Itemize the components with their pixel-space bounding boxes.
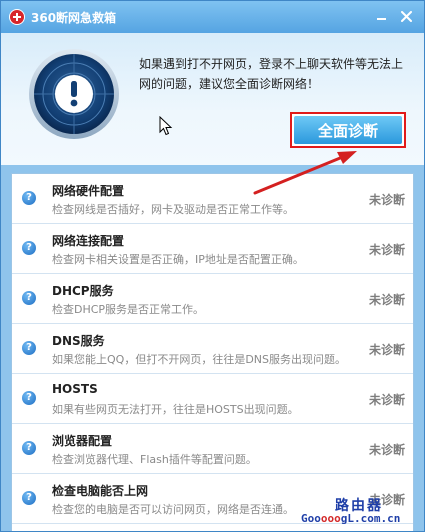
status-label: 未诊断 — [368, 293, 405, 307]
list-item[interactable]: ? HOSTS 如果有些网页无法打开，往往是HOSTS出现问题。 未诊断 — [12, 374, 413, 424]
list-item[interactable]: ? 网络连接配置 检查网卡相关设置是否正确，IP地址是否配置正确。 未诊断 — [12, 224, 413, 274]
warning-radar-icon — [29, 49, 119, 139]
status-label: 未诊断 — [368, 243, 405, 257]
window-title: 360断网急救箱 — [31, 11, 117, 25]
item-title: DNS服务 — [52, 334, 105, 348]
minimize-button[interactable] — [371, 7, 391, 25]
question-icon: ? — [22, 241, 36, 255]
question-icon: ? — [22, 441, 36, 455]
item-title: 浏览器配置 — [52, 434, 113, 448]
question-icon: ? — [22, 341, 36, 355]
header-panel: 如果遇到打不开网页，登录不上聊天软件等无法上网的问题，建议您全面诊断网络！ 全面… — [1, 33, 424, 165]
question-icon: ? — [22, 491, 36, 505]
close-button[interactable] — [396, 7, 416, 25]
list-item[interactable]: ? 浏览器配置 检查浏览器代理、Flash插件等配置问题。 未诊断 — [12, 424, 413, 474]
app-window: 360断网急救箱 如果遇到打不开网页，登录不上聊天软件等无法上网的问题，建议您全… — [0, 0, 425, 532]
diagnosis-list: ? 网络硬件配置 检查网线是否插好，网卡及驱动是否正常工作等。 未诊断 ? 网络… — [11, 173, 414, 531]
item-title: 检查电脑能否上网 — [52, 484, 149, 498]
warning-message: 如果遇到打不开网页，登录不上聊天软件等无法上网的问题，建议您全面诊断网络！ — [139, 57, 404, 91]
item-description: 检查浏览器代理、Flash插件等配置问题。 — [52, 453, 257, 466]
full-diagnosis-button[interactable]: 全面诊断 — [290, 112, 406, 148]
title-bar[interactable]: 360断网急救箱 — [1, 1, 424, 33]
status-label: 未诊断 — [368, 193, 405, 207]
full-diagnosis-label: 全面诊断 — [294, 116, 402, 144]
watermark-part-c: gL.com.cn — [340, 512, 401, 525]
item-title: 网络连接配置 — [52, 234, 125, 248]
watermark-part-b: ooo — [320, 512, 341, 525]
list-item[interactable]: ? 网络硬件配置 检查网线是否插好，网卡及驱动是否正常工作等。 未诊断 — [12, 174, 413, 224]
red-cross-icon — [9, 9, 25, 25]
question-icon: ? — [22, 191, 36, 205]
item-description: 检查DHCP服务是否正常工作。 — [52, 303, 205, 316]
watermark-bottom-text: GooooogL.com.cn — [301, 512, 400, 525]
status-label: 未诊断 — [368, 343, 405, 357]
item-description: 检查网线是否插好，网卡及驱动是否正常工作等。 — [52, 203, 294, 216]
item-title: 网络硬件配置 — [52, 184, 125, 198]
status-label: 未诊断 — [368, 393, 405, 407]
question-icon: ? — [22, 291, 36, 305]
question-icon: ? — [22, 391, 36, 405]
item-title: HOSTS — [52, 382, 98, 396]
minimize-icon — [376, 18, 386, 20]
status-label: 未诊断 — [368, 443, 405, 457]
close-icon — [400, 10, 412, 22]
watermark-part-a: Goo — [301, 512, 321, 525]
item-title: DHCP服务 — [52, 284, 114, 298]
list-item[interactable]: ? DNS服务 如果您能上QQ，但打不开网页，往往是DNS服务出现问题。 未诊断 — [12, 324, 413, 374]
item-description: 检查网卡相关设置是否正确，IP地址是否配置正确。 — [52, 253, 304, 266]
mouse-cursor-icon — [159, 116, 173, 136]
list-item[interactable]: ? DHCP服务 检查DHCP服务是否正常工作。 未诊断 — [12, 274, 413, 324]
item-description: 如果您能上QQ，但打不开网页，往往是DNS服务出现问题。 — [52, 353, 346, 366]
item-description: 如果有些网页无法打开，往往是HOSTS出现问题。 — [52, 403, 299, 416]
watermark: 路由器 GooooogL.com.cn — [301, 495, 419, 527]
item-description: 检查您的电脑是否可以访问网页，网络是否连通。 — [52, 503, 294, 516]
